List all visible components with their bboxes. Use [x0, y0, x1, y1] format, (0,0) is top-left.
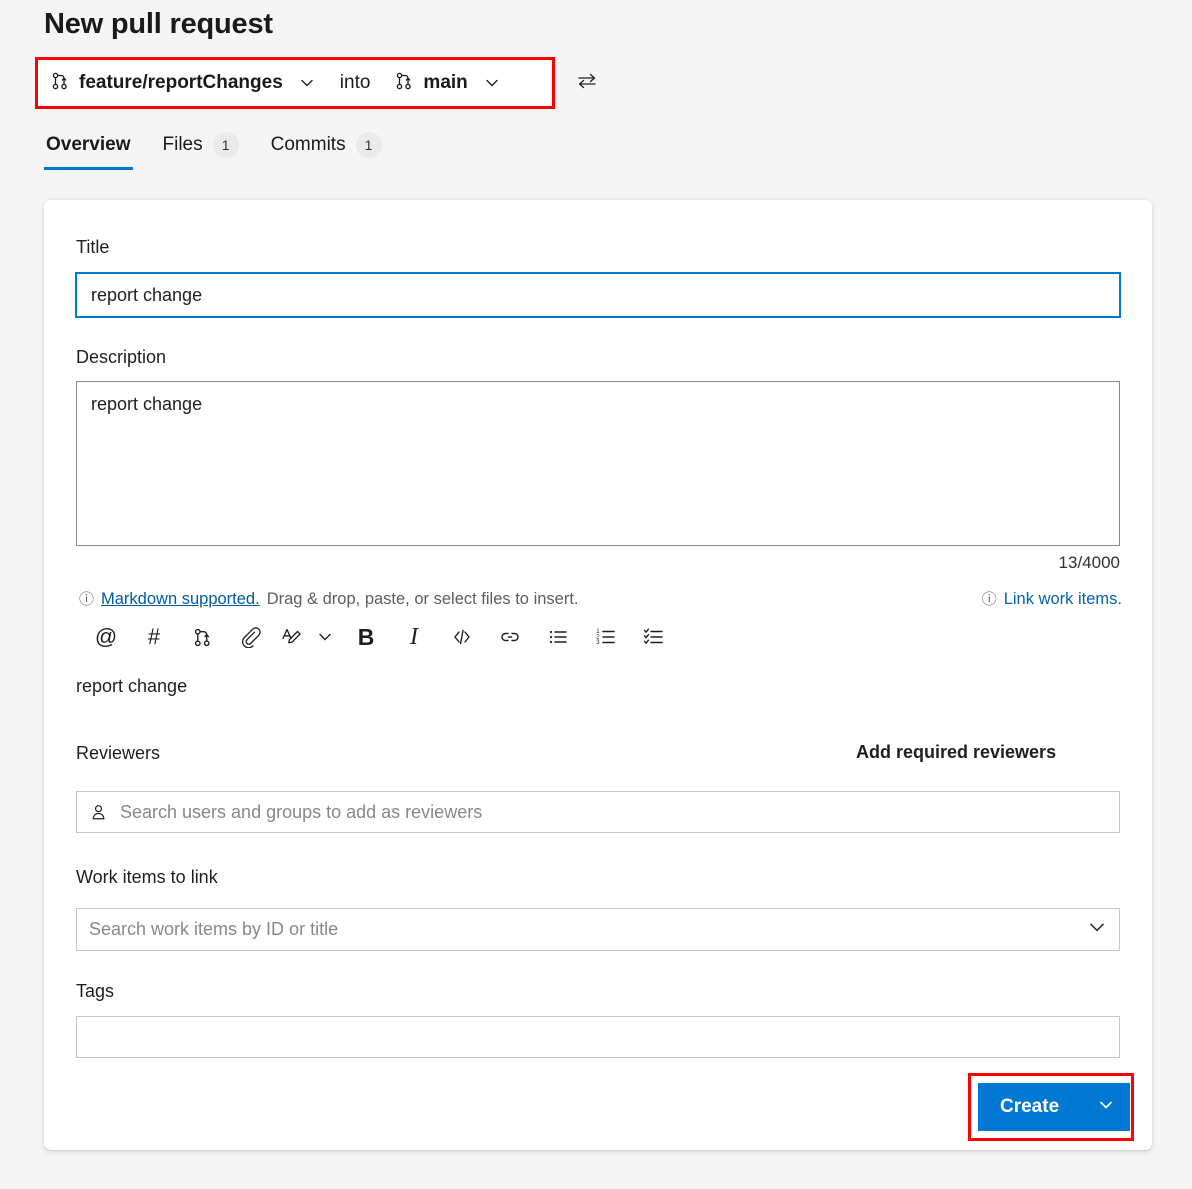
chevron-down-icon [298, 74, 316, 92]
italic-glyph: I [410, 625, 418, 649]
text-highlight-icon[interactable] [274, 618, 308, 656]
mention-icon[interactable]: @ [82, 618, 130, 656]
reviewers-search-box[interactable] [76, 791, 1120, 833]
add-required-reviewers-button[interactable]: Add required reviewers [856, 742, 1056, 763]
bold-glyph: B [358, 626, 375, 649]
tags-label: Tags [76, 981, 114, 1002]
create-split-button: Create [978, 1083, 1130, 1131]
tags-input-box[interactable] [76, 1016, 1120, 1058]
work-items-label: Work items to link [76, 867, 218, 888]
new-pull-request-page: New pull request feature/reportChanges i… [0, 0, 1192, 1189]
pull-request-tabs: Overview Files 1 Commits 1 [44, 128, 412, 172]
tab-commits[interactable]: Commits 1 [269, 128, 384, 172]
pull-request-form-card [44, 200, 1152, 1150]
tab-commits-count: 1 [356, 132, 382, 158]
italic-icon[interactable]: I [390, 618, 438, 656]
git-branch-icon [50, 71, 70, 96]
svg-text:3: 3 [596, 640, 600, 646]
link-work-items-label: Link work items. [1004, 590, 1122, 609]
target-branch-name: main [423, 72, 467, 94]
link-icon[interactable] [486, 618, 534, 656]
title-label: Title [76, 237, 109, 258]
markdown-toolbar: @ # B I [82, 618, 678, 656]
description-label: Description [76, 347, 166, 368]
attachment-icon[interactable] [226, 618, 274, 656]
git-branch-icon [394, 71, 414, 96]
branch-selector-row: feature/reportChanges into main [44, 64, 507, 102]
bold-icon[interactable]: B [342, 618, 390, 656]
create-button[interactable]: Create [978, 1083, 1081, 1131]
person-icon [89, 803, 108, 822]
chevron-down-icon [1097, 1096, 1115, 1119]
info-icon: ⓘ [79, 592, 94, 607]
reviewers-search-input[interactable] [120, 802, 1107, 823]
info-icon: ⓘ [982, 592, 997, 607]
chevron-down-icon [483, 74, 501, 92]
target-branch-dropdown[interactable]: main [388, 69, 506, 98]
tab-overview-label: Overview [46, 134, 131, 156]
reviewers-label: Reviewers [76, 743, 160, 764]
tags-input[interactable] [89, 1027, 1107, 1048]
markdown-supported-link[interactable]: Markdown supported. [101, 590, 260, 609]
hash-work-item-icon[interactable]: # [130, 618, 178, 656]
tab-files-count: 1 [213, 132, 239, 158]
tab-overview[interactable]: Overview [44, 130, 133, 170]
mention-glyph: @ [95, 626, 117, 648]
hash-glyph: # [148, 626, 160, 648]
swap-branches-button[interactable] [572, 68, 602, 98]
link-work-items-hint[interactable]: ⓘ Link work items. [982, 590, 1122, 609]
checklist-icon[interactable] [630, 618, 678, 656]
tab-files[interactable]: Files 1 [161, 128, 241, 172]
swap-arrows-icon [576, 70, 598, 97]
chevron-down-icon[interactable] [308, 618, 342, 656]
into-label: into [340, 72, 371, 94]
description-textarea[interactable] [76, 381, 1120, 546]
chevron-down-icon[interactable] [1087, 917, 1107, 942]
tab-files-label: Files [163, 134, 203, 156]
bulleted-list-icon[interactable] [534, 618, 582, 656]
markdown-hint: ⓘ Markdown supported. Drag & drop, paste… [79, 590, 579, 609]
page-title: New pull request [44, 8, 273, 41]
branch-icon[interactable] [178, 618, 226, 656]
code-icon[interactable] [438, 618, 486, 656]
numbered-list-icon[interactable]: 1 2 3 [582, 618, 630, 656]
work-items-search-input[interactable] [89, 919, 1087, 940]
source-branch-name: feature/reportChanges [79, 72, 283, 94]
work-items-search-box[interactable] [76, 908, 1120, 951]
description-preview: report change [76, 676, 187, 697]
tab-commits-label: Commits [271, 134, 346, 156]
character-count: 13/4000 [1059, 553, 1120, 573]
source-branch-dropdown[interactable]: feature/reportChanges [44, 69, 322, 98]
markdown-hint-text: Drag & drop, paste, or select files to i… [267, 590, 579, 609]
create-dropdown-button[interactable] [1082, 1083, 1130, 1131]
title-input[interactable] [76, 273, 1120, 317]
